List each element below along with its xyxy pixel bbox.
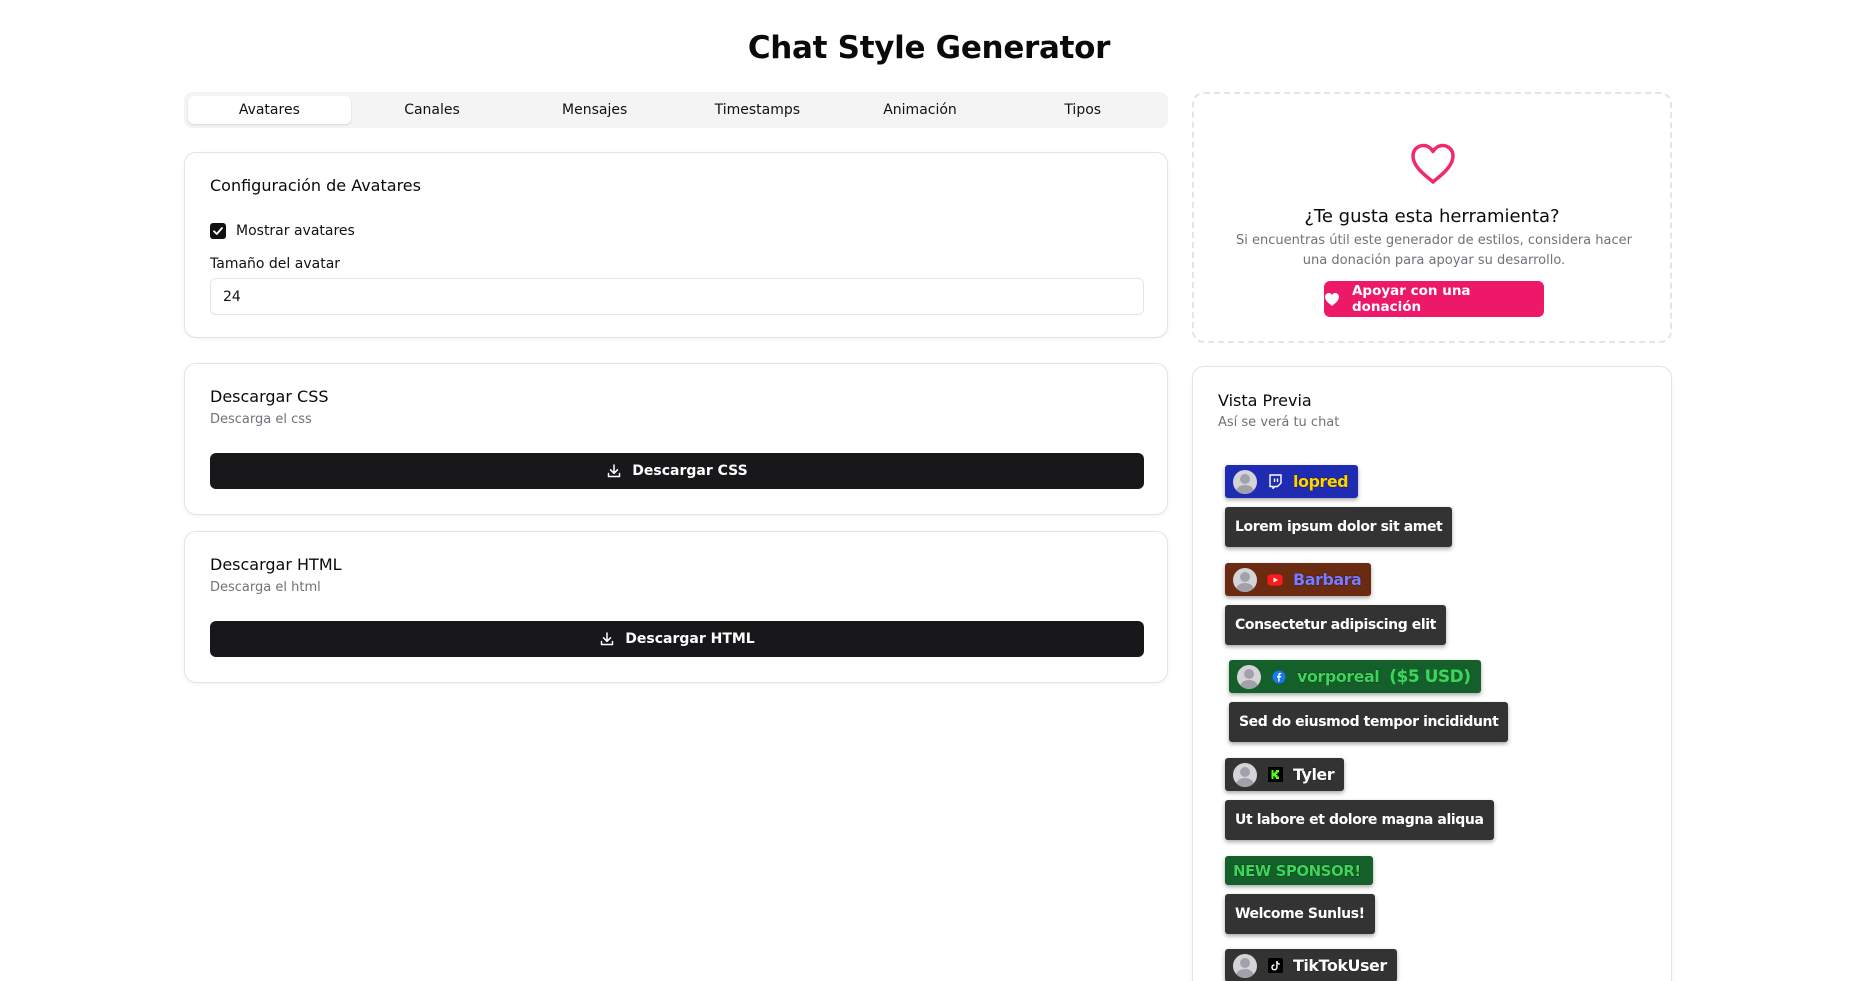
chat-username: Barbara <box>1293 570 1362 590</box>
heart-filled-icon <box>1324 292 1339 306</box>
tiktok-icon <box>1267 958 1283 974</box>
show-avatars-label: Mostrar avatares <box>236 223 355 239</box>
tab-list: Avatares Canales Mensajes Timestamps Ani… <box>184 92 1168 128</box>
tab-canales[interactable]: Canales <box>351 96 514 124</box>
show-avatars-row: Mostrar avatares <box>210 223 355 239</box>
avatar <box>1233 567 1257 592</box>
chat-message-header: TikTokUser <box>1225 949 1397 981</box>
download-icon <box>601 632 614 646</box>
preview-description: Así se verá tu chat <box>1218 415 1340 430</box>
preview-card: Vista Previa Así se verá tu chat lopred … <box>1192 366 1672 981</box>
preview-title: Vista Previa <box>1218 391 1312 410</box>
tab-mensajes[interactable]: Mensajes <box>513 96 676 124</box>
show-avatars-checkbox[interactable] <box>210 223 226 239</box>
avatar-size-label: Tamaño del avatar <box>210 256 341 272</box>
chat-message-text: Lorem ipsum dolor sit amet <box>1225 507 1453 547</box>
avatar-config-title: Configuración de Avatares <box>210 176 421 195</box>
donate-button[interactable]: Apoyar con una donación <box>1324 281 1544 317</box>
chat-message-text: Sed do eiusmod tempor incididunt <box>1229 702 1509 742</box>
chat-username: Tyler <box>1293 765 1335 785</box>
download-css-description: Descarga el css <box>210 412 312 427</box>
download-css-card: Descargar CSS Descarga el css Descargar … <box>184 363 1168 515</box>
chat-username: vorporeal <box>1297 667 1380 687</box>
donation-card: ¿Te gusta esta herramienta? Si encuentra… <box>1192 92 1672 343</box>
download-css-button[interactable]: Descargar CSS <box>210 453 1144 489</box>
chat-message-text: Ut labore et dolore magna aliqua <box>1225 800 1494 840</box>
download-html-card: Descargar HTML Descarga el html Descarga… <box>184 531 1168 683</box>
tab-tipos[interactable]: Tipos <box>1001 96 1164 124</box>
donation-text: Si encuentras útil este generador de est… <box>1236 233 1632 268</box>
chat-message-header: Tyler <box>1225 758 1345 791</box>
avatar-config-card: Configuración de Avatares Mostrar avatar… <box>184 152 1168 338</box>
chat-username: lopred <box>1293 472 1349 492</box>
chat-message-text: Consectetur adipiscing elit <box>1225 605 1446 645</box>
chat-message-header: NEW SPONSOR! <box>1225 856 1373 885</box>
tab-avatares[interactable]: Avatares <box>188 96 351 124</box>
download-html-label: Descargar HTML <box>625 631 755 647</box>
donation-amount: ($5 USD) <box>1389 666 1471 687</box>
youtube-icon <box>1267 572 1283 588</box>
chat-message-header: vorporeal ($5 USD) <box>1229 660 1481 693</box>
twitch-icon <box>1267 474 1283 490</box>
download-css-label: Descargar CSS <box>632 463 748 479</box>
avatar <box>1233 469 1257 494</box>
avatar <box>1233 762 1257 787</box>
kick-icon <box>1267 767 1283 783</box>
download-html-title: Descargar HTML <box>210 555 342 574</box>
check-icon <box>213 227 223 235</box>
download-css-title: Descargar CSS <box>210 387 329 406</box>
chat-message-header: lopred <box>1225 465 1359 498</box>
chat-username: TikTokUser <box>1293 956 1388 976</box>
download-html-button[interactable]: Descargar HTML <box>210 621 1144 657</box>
donate-button-label: Apoyar con una donación <box>1351 283 1471 315</box>
download-icon <box>608 464 621 478</box>
avatar <box>1237 664 1261 689</box>
tab-animacion[interactable]: Animación <box>839 96 1002 124</box>
facebook-icon <box>1271 669 1287 685</box>
donation-title: ¿Te gusta esta herramienta? <box>1304 206 1560 227</box>
page-title: Chat Style Generator <box>747 30 1111 66</box>
download-html-description: Descarga el html <box>210 580 321 595</box>
avatar <box>1233 953 1257 978</box>
heart-outline-icon <box>1411 143 1455 184</box>
sponsor-label: NEW SPONSOR! <box>1233 861 1362 880</box>
avatar-size-input[interactable] <box>210 278 1144 315</box>
tab-timestamps[interactable]: Timestamps <box>676 96 839 124</box>
chat-message-header: Barbara <box>1225 563 1372 596</box>
chat-message-text: Welcome Sunlus! <box>1225 894 1375 934</box>
